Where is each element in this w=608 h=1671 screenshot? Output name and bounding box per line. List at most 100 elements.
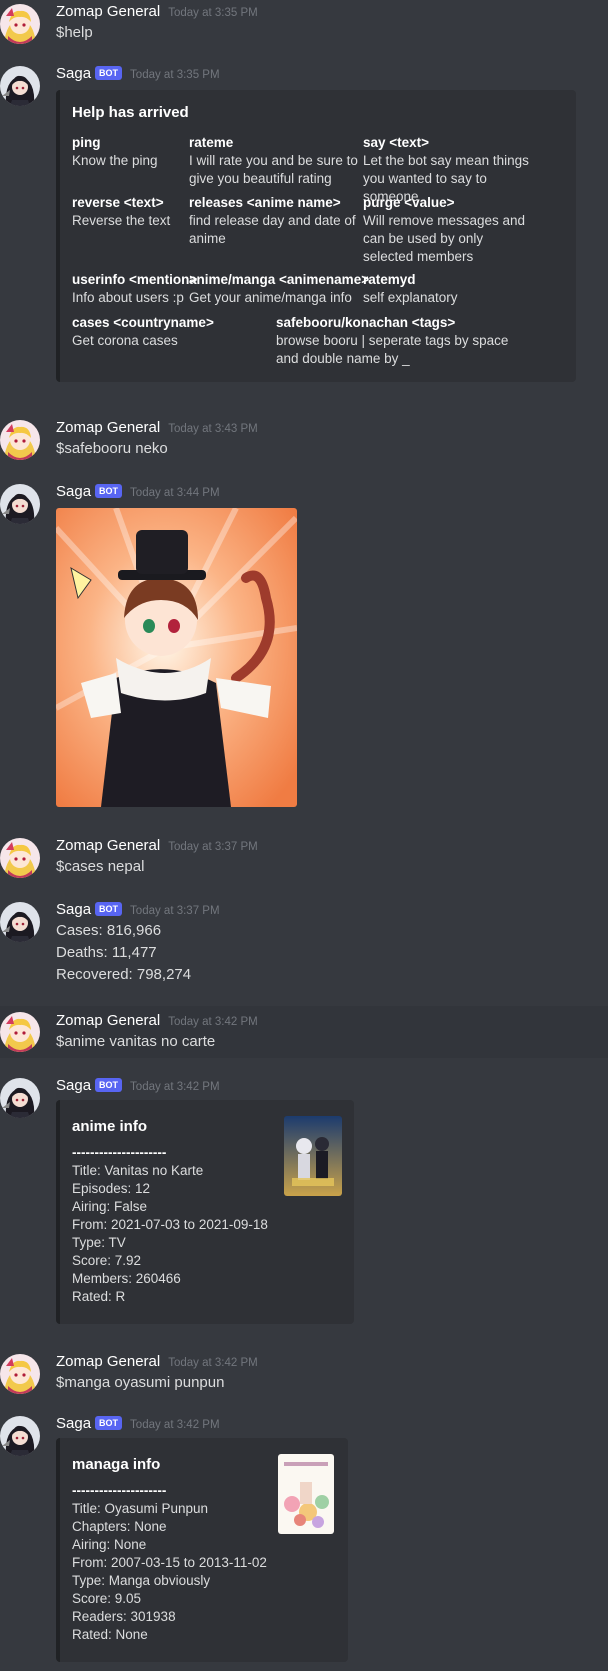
message: Zomap General Today at 3:43 PM $safebooru… <box>0 416 608 464</box>
embed-field: safebooru/konachan <tags> browse booru |… <box>276 314 526 368</box>
message-line: Recovered: 798,274 <box>56 966 192 983</box>
timestamp: Today at 3:42 PM <box>168 1016 258 1028</box>
info-line: Type: TV <box>72 1235 126 1250</box>
timestamp: Today at 3:42 PM <box>130 1419 220 1431</box>
embed-title: Help has arrived <box>72 104 189 121</box>
info-line: Airing: False <box>72 1199 148 1214</box>
field-value: I will rate you and be sure to give you … <box>189 153 358 186</box>
field-value: Info about users :p <box>72 290 184 305</box>
user-avatar[interactable] <box>0 4 40 44</box>
message-line: Cases: 816,966 <box>56 922 162 939</box>
user-avatar[interactable] <box>0 1012 40 1052</box>
timestamp: Today at 3:35 PM <box>168 7 258 19</box>
message-header: Saga BOT Today at 3:37 PM <box>56 900 220 920</box>
info-line: Title: Oyasumi Punpun <box>72 1501 209 1516</box>
field-value: Get your anime/manga info <box>189 290 352 305</box>
field-value: Get corona cases <box>72 333 178 348</box>
embed-field: userinfo <mention> Info about users :p <box>72 271 198 307</box>
timestamp: Today at 3:42 PM <box>130 1081 220 1093</box>
anime-info: --------------------- Title: Vanitas no … <box>72 1144 268 1306</box>
username[interactable]: Zomap General <box>56 419 160 436</box>
info-line: Score: 7.92 <box>72 1253 142 1268</box>
timestamp: Today at 3:44 PM <box>130 487 220 499</box>
bot-avatar[interactable] <box>0 1416 40 1456</box>
field-name: reverse <text> <box>72 195 164 210</box>
field-value: browse booru | seperate tags by space an… <box>276 333 509 366</box>
username[interactable]: Saga <box>56 65 91 82</box>
info-line: Members: 260466 <box>72 1271 181 1286</box>
user-avatar[interactable] <box>0 838 40 878</box>
anime-thumbnail[interactable] <box>284 1116 342 1196</box>
info-line: Score: 9.05 <box>72 1591 142 1606</box>
bot-tag: BOT <box>95 1416 123 1430</box>
info-line: From: 2007-03-15 to 2013-11-02 <box>72 1555 267 1570</box>
message-text: $help <box>56 24 93 41</box>
username[interactable]: Saga <box>56 1077 91 1094</box>
info-line: Rated: R <box>72 1289 126 1304</box>
field-name: cases <countryname> <box>72 315 214 330</box>
bot-avatar[interactable] <box>0 484 40 524</box>
message-text: $anime vanitas no carte <box>56 1033 216 1050</box>
message: Zomap General Today at 3:37 PM $cases nep… <box>0 834 608 882</box>
info-line: Type: Manga obviously <box>72 1573 211 1588</box>
message: Saga BOT Today at 3:42 PM managa info ----… <box>0 1412 608 1670</box>
bot-tag: BOT <box>95 1078 123 1092</box>
image-attachment[interactable] <box>56 508 297 807</box>
info-line: Chapters: None <box>72 1519 167 1534</box>
message: Zomap General Today at 3:35 PM $help <box>0 0 608 48</box>
user-avatar[interactable] <box>0 420 40 460</box>
embed-field: reverse <text> Reverse the text <box>72 194 192 230</box>
embed-title: anime info <box>72 1118 148 1135</box>
manga-thumbnail[interactable] <box>278 1454 334 1534</box>
field-value: Know the ping <box>72 153 158 168</box>
field-name: ping <box>72 135 101 150</box>
embed-field: ratemyd self explanatory <box>363 271 533 307</box>
username[interactable]: Zomap General <box>56 837 160 854</box>
message-header: Zomap General Today at 3:42 PM <box>56 1352 258 1372</box>
manga-embed: managa info --------------------- Title:… <box>56 1438 348 1662</box>
bot-tag: BOT <box>95 484 123 498</box>
message-header: Saga BOT Today at 3:42 PM <box>56 1076 220 1096</box>
message-header: Zomap General Today at 3:43 PM <box>56 418 258 438</box>
field-name: rateme <box>189 135 234 150</box>
message-header: Zomap General Today at 3:42 PM <box>56 1011 258 1031</box>
message-header: Saga BOT Today at 3:35 PM <box>56 64 220 84</box>
username[interactable]: Saga <box>56 901 91 918</box>
message-text: $manga oyasumi punpun <box>56 1374 225 1391</box>
help-embed: Help has arrived ping Know the ping rate… <box>56 90 576 382</box>
message-text: $safebooru neko <box>56 440 168 457</box>
username[interactable]: Saga <box>56 1415 91 1432</box>
bot-avatar[interactable] <box>0 902 40 942</box>
field-value: Will remove messages and can be used by … <box>363 213 526 264</box>
field-name: safebooru/konachan <tags> <box>276 315 456 330</box>
bot-avatar[interactable] <box>0 66 40 106</box>
embed-field: rateme I will rate you and be sure to gi… <box>189 134 359 188</box>
info-line: Readers: 301938 <box>72 1609 176 1624</box>
timestamp: Today at 3:43 PM <box>168 423 258 435</box>
embed-field: cases <countryname> Get corona cases <box>72 314 272 350</box>
info-line: Title: Vanitas no Karte <box>72 1163 204 1178</box>
field-value: Reverse the text <box>72 213 171 228</box>
user-avatar[interactable] <box>0 1354 40 1394</box>
message: Saga BOT Today at 3:44 PM <box>0 478 608 818</box>
info-line: Airing: None <box>72 1537 147 1552</box>
message: Saga BOT Today at 3:35 PM Help has arrived… <box>0 62 608 402</box>
bot-tag: BOT <box>95 902 123 916</box>
message-line: Deaths: 11,477 <box>56 944 157 961</box>
info-line: Rated: None <box>72 1627 148 1642</box>
separator: --------------------- <box>72 1483 167 1498</box>
username[interactable]: Zomap General <box>56 3 160 20</box>
username[interactable]: Zomap General <box>56 1012 160 1029</box>
field-name: say <text> <box>363 135 430 150</box>
timestamp: Today at 3:42 PM <box>168 1357 258 1369</box>
username[interactable]: Zomap General <box>56 1353 160 1370</box>
message: Zomap General Today at 3:42 PM $manga oya… <box>0 1350 608 1398</box>
bot-avatar[interactable] <box>0 1078 40 1118</box>
embed-field: ping Know the ping <box>72 134 192 170</box>
timestamp: Today at 3:37 PM <box>130 905 220 917</box>
field-value: self explanatory <box>363 290 458 305</box>
timestamp: Today at 3:35 PM <box>130 69 220 81</box>
field-name: userinfo <mention> <box>72 272 198 287</box>
username[interactable]: Saga <box>56 483 91 500</box>
embed-field: anime/manga <animename> Get your anime/m… <box>189 271 369 307</box>
